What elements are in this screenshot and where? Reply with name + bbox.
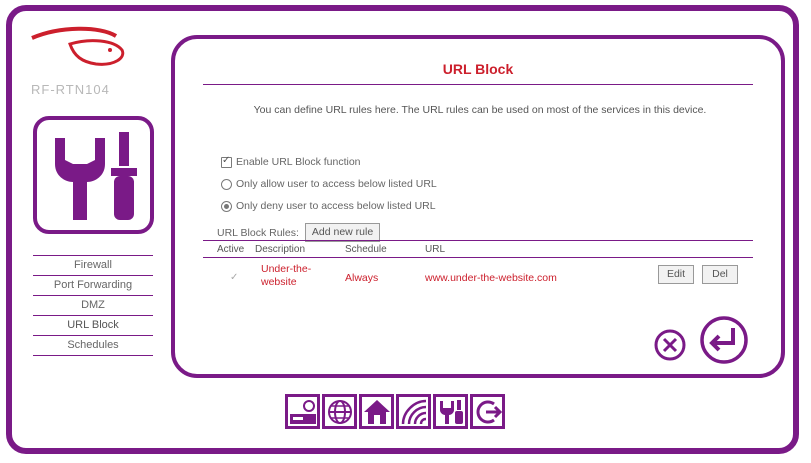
deny-radio[interactable] xyxy=(221,200,232,212)
sidebar-item-url-block[interactable]: URL Block xyxy=(33,316,153,336)
page-title: URL Block xyxy=(442,61,514,77)
divider xyxy=(203,84,753,85)
tools-tile xyxy=(33,116,154,234)
enter-icon[interactable] xyxy=(699,315,749,370)
enable-label: Enable URL Block function xyxy=(236,156,361,168)
internet-icon[interactable] xyxy=(322,394,357,429)
row-active-check[interactable]: ✓ xyxy=(230,272,238,283)
row-schedule: Always xyxy=(345,272,379,284)
deny-label: Only deny user to access below listed UR… xyxy=(236,200,436,212)
delete-button[interactable]: Del xyxy=(702,265,738,284)
sidebar-item-port-forwarding[interactable]: Port Forwarding xyxy=(33,276,153,296)
allow-label: Only allow user to access below listed U… xyxy=(236,178,437,190)
sidebar-nav: Firewall Port Forwarding DMZ URL Block S… xyxy=(33,255,153,356)
enable-checkbox[interactable] xyxy=(221,155,232,168)
wireless-icon[interactable] xyxy=(396,394,431,429)
bottom-toolbar xyxy=(285,394,505,429)
tools-icon[interactable] xyxy=(433,394,468,429)
router-status-icon[interactable] xyxy=(285,394,320,429)
logout-icon[interactable] xyxy=(470,394,505,429)
url-block-panel: URL Block You can define URL rules here.… xyxy=(171,35,785,378)
model-name: RF-RTN104 xyxy=(31,82,110,97)
description-text: You can define URL rules here. The URL r… xyxy=(253,104,707,116)
home-network-icon[interactable] xyxy=(359,394,394,429)
divider xyxy=(203,257,753,258)
allow-radio[interactable] xyxy=(221,178,232,190)
tools-icon xyxy=(55,132,137,220)
enable-option[interactable]: Enable URL Block function xyxy=(221,155,361,168)
column-header-url: URL xyxy=(425,244,446,255)
rules-label: URL Block Rules: xyxy=(217,226,299,239)
allow-option[interactable]: Only allow user to access below listed U… xyxy=(221,178,437,190)
cancel-icon[interactable] xyxy=(653,328,687,367)
column-header-active: Active xyxy=(217,244,245,255)
column-header-schedule: Schedule xyxy=(345,244,387,255)
divider xyxy=(203,240,753,241)
row-description: Under-the-website xyxy=(261,263,312,288)
row-url: www.under-the-website.com xyxy=(425,272,557,284)
sidebar-item-dmz[interactable]: DMZ xyxy=(33,296,153,316)
rabbit-logo-icon xyxy=(30,22,140,78)
edit-button[interactable]: Edit xyxy=(658,265,694,284)
column-header-description: Description xyxy=(255,244,306,255)
sidebar-item-schedules[interactable]: Schedules xyxy=(33,336,153,356)
deny-option[interactable]: Only deny user to access below listed UR… xyxy=(221,200,436,212)
sidebar-item-firewall[interactable]: Firewall xyxy=(33,256,153,276)
